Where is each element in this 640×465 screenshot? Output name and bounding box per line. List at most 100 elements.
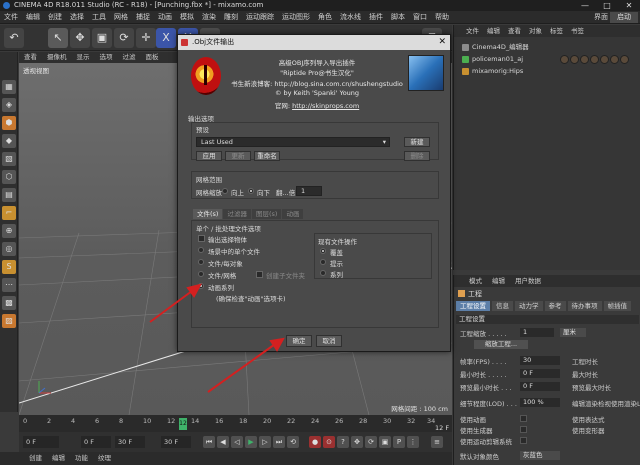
attr-menu-user-data[interactable]: 用户数据 (510, 275, 546, 287)
use-animation-checkbox[interactable] (520, 415, 527, 422)
workplane-icon[interactable]: ⬢ (2, 116, 16, 130)
list-item[interactable]: policeman01_aj (454, 54, 640, 65)
position-key-icon[interactable]: ✥ (351, 436, 363, 448)
tab-project-settings[interactable]: 工程设置 (456, 301, 490, 311)
obj-menu-file[interactable]: 文件 (462, 25, 483, 37)
delete-preset-button[interactable]: 删除 (404, 151, 430, 161)
go-to-end-icon[interactable]: ⏭ (273, 436, 285, 448)
minimize-button[interactable]: — (574, 0, 596, 11)
material-menu-create[interactable]: 创建 (24, 452, 47, 465)
menu-animate[interactable]: 动画 (154, 11, 176, 24)
close-window-button[interactable]: ✕ (618, 0, 640, 11)
create-subfolder-checkbox[interactable] (256, 271, 263, 278)
tab-info[interactable]: 信息 (492, 301, 513, 311)
tab-layers[interactable]: 图层(s) (251, 209, 282, 219)
keyframe-selection-icon[interactable]: ? (337, 436, 349, 448)
scale-unit-select[interactable]: 厘米 (560, 328, 586, 337)
viewport-menu-options[interactable]: 选项 (95, 52, 118, 63)
timeline-playhead[interactable]: 12 (179, 418, 187, 430)
default-color-select[interactable]: 灰蓝色 (520, 451, 560, 460)
play-icon[interactable]: ▶ (245, 436, 257, 448)
play-back-icon[interactable]: ◁ (231, 436, 243, 448)
param-key-icon[interactable]: P (393, 436, 405, 448)
uv-mode-icon[interactable]: ▤ (2, 188, 16, 202)
menu-help[interactable]: 帮助 (431, 11, 453, 24)
edges-mode-icon[interactable]: ▧ (2, 152, 16, 166)
current-frame-field[interactable]: 0 F (81, 436, 111, 448)
texture-mode-icon[interactable]: ◈ (2, 98, 16, 112)
update-preset-button[interactable]: 更新 (225, 151, 251, 161)
rename-preset-button[interactable]: 重命名 (254, 151, 280, 161)
rotation-key-icon[interactable]: ⟳ (365, 436, 377, 448)
ok-button[interactable]: 确定 (286, 335, 312, 347)
file-per-group-radio[interactable] (198, 271, 204, 277)
list-item[interactable]: Cinema4D_编辑器 (454, 42, 640, 53)
menu-window[interactable]: 窗口 (409, 11, 431, 24)
obj-menu-objects[interactable]: 对象 (525, 25, 546, 37)
max-frame-field[interactable]: 30 F (161, 436, 191, 448)
loop-icon[interactable]: ⟲ (287, 436, 299, 448)
scale-multiplier-input[interactable]: 1 (296, 186, 322, 196)
website-link[interactable]: http://skinprops.com (292, 102, 359, 110)
list-item[interactable]: mixamorig:Hips (454, 66, 640, 77)
preset-select[interactable]: Last Used ▾ (196, 137, 390, 147)
series-radio[interactable] (320, 270, 326, 276)
tab-reference[interactable]: 参考 (544, 301, 566, 311)
menu-pipeline[interactable]: 流水线 (336, 11, 365, 24)
model-mode-icon[interactable]: ▦ (2, 80, 16, 94)
scale-key-icon[interactable]: ▣ (379, 436, 391, 448)
tab-frame-interpolation[interactable]: 帧插值 (603, 301, 631, 311)
prompt-radio[interactable] (320, 259, 326, 265)
viewport-menu-camera[interactable]: 摄像机 (42, 52, 72, 63)
viewport-menu-display[interactable]: 显示 (72, 52, 95, 63)
obj-menu-tags[interactable]: 标签 (546, 25, 567, 37)
use-generators-checkbox[interactable] (520, 426, 527, 433)
rotate-icon[interactable]: ⟳ (114, 28, 134, 48)
single-file-radio[interactable] (198, 247, 204, 253)
menu-render[interactable]: 渲染 (198, 11, 220, 24)
fps-field[interactable]: 30 (520, 356, 560, 365)
cancel-button[interactable]: 取消 (316, 335, 342, 347)
prev-key-icon[interactable]: ◀ (217, 436, 229, 448)
next-key-icon[interactable]: ▷ (259, 436, 271, 448)
more-tools-icon[interactable]: ⋯ (2, 278, 16, 292)
timeline-menu-icon[interactable]: ≡ (431, 436, 443, 448)
autokey-icon[interactable]: ⊙ (323, 436, 335, 448)
apply-preset-button[interactable]: 应用 (196, 151, 222, 161)
material-menu-texture[interactable]: 纹理 (93, 452, 116, 465)
snap-icon[interactable]: S (2, 260, 16, 274)
tab-animation[interactable]: 动画 (282, 209, 304, 219)
obj-menu-bookmarks[interactable]: 书签 (567, 25, 588, 37)
menu-motion-tracking[interactable]: 运动跟踪 (242, 11, 278, 24)
attr-menu-mode[interactable]: 模式 (464, 275, 487, 287)
menu-select[interactable]: 选择 (66, 11, 88, 24)
dialog-title-bar[interactable]: .Obj文件输出 ✕ (178, 35, 450, 50)
dialog-close-button[interactable]: ✕ (438, 35, 446, 50)
start-frame-field[interactable]: 0 F (23, 436, 59, 448)
up-radio[interactable] (222, 188, 228, 194)
overwrite-radio[interactable] (320, 248, 326, 254)
file-per-object-radio[interactable] (198, 259, 204, 265)
lod-field[interactable]: 100 % (520, 398, 560, 407)
animation-series-radio[interactable] (198, 283, 204, 289)
attr-menu-edit[interactable]: 编辑 (487, 275, 510, 287)
menu-create[interactable]: 创建 (44, 11, 66, 24)
scale-project-button[interactable]: 缩放工程... (474, 340, 528, 349)
tab-files[interactable]: 文件(s) (193, 209, 223, 219)
menu-file[interactable]: 文件 (0, 11, 22, 24)
tab-dynamics[interactable]: 动力学 (515, 301, 543, 311)
move-icon[interactable]: ✥ (70, 28, 90, 48)
viewport-menu-panel[interactable]: 面板 (141, 52, 164, 63)
menu-mograph[interactable]: 运动图形 (278, 11, 314, 24)
polygons-mode-icon[interactable]: ⬡ (2, 170, 16, 184)
menu-mesh[interactable]: 网格 (110, 11, 132, 24)
recent-tool-icon[interactable]: ✛ (136, 28, 156, 48)
tab-filters[interactable]: 过滤器 (223, 209, 251, 219)
record-icon[interactable]: ● (309, 436, 321, 448)
maximize-button[interactable]: □ (596, 0, 618, 11)
obj-menu-edit[interactable]: 编辑 (483, 25, 504, 37)
undo-icon[interactable]: ↶ (4, 28, 24, 48)
menu-tools[interactable]: 工具 (88, 11, 110, 24)
tweak-icon[interactable]: ⊕ (2, 224, 16, 238)
enable-axis-icon[interactable]: ⌐ (2, 206, 16, 220)
